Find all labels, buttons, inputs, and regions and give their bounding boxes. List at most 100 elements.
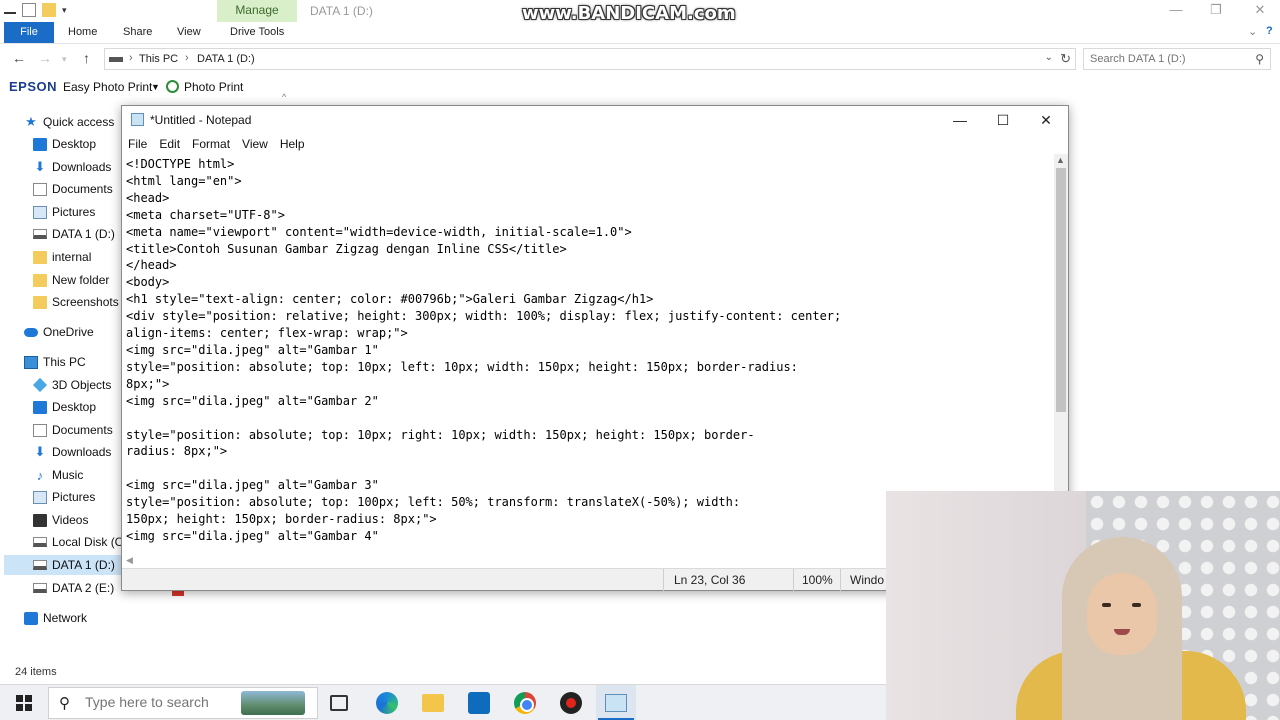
- address-row: ← → ▾ ↑ › This PC › DATA 1 (D:) ⌄ ↻ ⚲: [0, 46, 1280, 74]
- recent-chevron-icon[interactable]: ▾: [62, 54, 67, 65]
- tab-home[interactable]: Home: [68, 22, 97, 43]
- quick-access-toolbar: ▾: [4, 3, 67, 17]
- drive-icon: [33, 229, 47, 239]
- breadcrumb-this-pc[interactable]: This PC: [139, 53, 178, 65]
- star-icon: ★: [25, 114, 37, 129]
- nav-item[interactable]: Desktop: [33, 397, 96, 417]
- nav-item[interactable]: 3D Objects: [32, 375, 111, 395]
- address-dropdown-icon[interactable]: ⌄: [1045, 52, 1053, 63]
- nav-network[interactable]: Network: [24, 608, 87, 628]
- nav-item[interactable]: ⬇ Downloads: [33, 442, 112, 462]
- notepad-content[interactable]: <!DOCTYPE html> <html lang="en"> <head> …: [122, 154, 1054, 545]
- nav-item[interactable]: Desktop: [33, 134, 96, 154]
- nav-item[interactable]: DATA 2 (E:): [33, 578, 114, 598]
- breadcrumb-separator-icon[interactable]: ›: [129, 52, 133, 64]
- breadcrumb-current[interactable]: DATA 1 (D:): [197, 53, 255, 65]
- properties-icon[interactable]: [22, 3, 36, 17]
- nav-item[interactable]: internal: [33, 247, 91, 267]
- nav-item[interactable]: Local Disk (C:): [33, 532, 131, 552]
- nav-this-pc[interactable]: This PC: [24, 352, 86, 372]
- tab-file[interactable]: File: [4, 22, 54, 43]
- nav-quick-access[interactable]: ★ Quick access: [24, 112, 114, 132]
- menu-help[interactable]: Help: [280, 134, 305, 154]
- close-icon[interactable]: ✕: [1028, 109, 1064, 131]
- help-icon[interactable]: ?: [1266, 25, 1273, 37]
- cloud-icon: [24, 327, 38, 337]
- menu-file[interactable]: File: [128, 134, 147, 154]
- nav-item[interactable]: Documents: [33, 179, 113, 199]
- forward-arrow-icon[interactable]: →: [38, 50, 52, 66]
- photo-print-button[interactable]: Photo Print: [184, 80, 243, 94]
- tab-share[interactable]: Share: [123, 22, 152, 43]
- nav-item[interactable]: ⬇ Downloads: [33, 157, 112, 177]
- menu-edit[interactable]: Edit: [159, 134, 180, 154]
- search-highlight-image[interactable]: [241, 691, 305, 715]
- notepad-icon: [131, 113, 144, 126]
- scroll-left-icon[interactable]: ◀: [126, 555, 133, 566]
- status-divider: [793, 569, 794, 591]
- edge-browser-icon[interactable]: [376, 692, 398, 714]
- back-arrow-icon[interactable]: ←: [12, 50, 26, 66]
- ribbon-tabs: File Home Share View Drive Tools ⌄ ?: [0, 22, 1280, 44]
- file-explorer-icon[interactable]: [422, 694, 444, 712]
- item-count: 24 items: [15, 666, 57, 678]
- nav-onedrive[interactable]: OneDrive: [24, 322, 94, 342]
- download-arrow-icon: ⬇: [34, 444, 46, 459]
- drive-icon: [33, 560, 47, 570]
- search-icon: ⚲: [59, 695, 70, 712]
- scroll-up-icon[interactable]: ▲: [1056, 155, 1065, 165]
- chrome-browser-icon[interactable]: [514, 692, 536, 714]
- notepad-taskbar-icon[interactable]: [605, 694, 627, 712]
- app-icon[interactable]: [4, 6, 16, 14]
- explorer-search-box[interactable]: ⚲: [1083, 48, 1271, 70]
- restore-icon[interactable]: ❐: [1206, 2, 1226, 18]
- minimize-icon[interactable]: —: [942, 109, 978, 131]
- music-note-icon: ♪: [36, 467, 44, 483]
- notepad-menu-bar: File Edit Format View Help: [122, 134, 1068, 154]
- nav-item[interactable]: ♪ Music: [33, 465, 84, 485]
- nav-item[interactable]: Pictures: [33, 202, 95, 222]
- bandicam-watermark: www.BANDICAM.com: [522, 3, 736, 24]
- taskbar: ⚲: [0, 684, 886, 720]
- address-bar[interactable]: › This PC › DATA 1 (D:) ⌄ ↻: [104, 48, 1076, 70]
- task-view-icon[interactable]: [330, 695, 348, 711]
- search-icon[interactable]: ⚲: [1255, 52, 1264, 66]
- customize-toolbar-icon[interactable]: ▾: [62, 5, 67, 16]
- breadcrumb-separator-icon[interactable]: ›: [185, 52, 189, 64]
- nav-item[interactable]: DATA 1 (D:): [33, 224, 115, 244]
- taskbar-search-box[interactable]: ⚲: [48, 687, 318, 719]
- nav-item[interactable]: New folder: [33, 270, 109, 290]
- minimize-icon[interactable]: —: [1166, 2, 1186, 17]
- menu-format[interactable]: Format: [192, 134, 230, 154]
- nav-item[interactable]: Videos: [33, 510, 88, 530]
- nav-item[interactable]: Documents: [33, 420, 113, 440]
- new-folder-icon[interactable]: [42, 3, 56, 17]
- epson-logo: EPSON: [9, 79, 58, 94]
- photo-print-icon: [166, 80, 179, 93]
- up-arrow-icon[interactable]: ↑: [83, 50, 90, 66]
- tab-drive-tools[interactable]: Drive Tools: [230, 22, 284, 43]
- easy-photo-print-dropdown-icon[interactable]: ▼: [151, 82, 160, 92]
- tab-view[interactable]: View: [177, 22, 201, 43]
- expand-ribbon-icon[interactable]: ⌄: [1248, 25, 1257, 38]
- windows-start-icon[interactable]: [16, 695, 32, 711]
- refresh-icon[interactable]: ↻: [1060, 51, 1071, 67]
- pictures-icon: [33, 205, 47, 219]
- nav-item[interactable]: Screenshots: [33, 292, 119, 312]
- nav-item-selected[interactable]: DATA 1 (D:): [4, 555, 122, 575]
- scrollbar-thumb[interactable]: [1056, 168, 1066, 412]
- maximize-icon[interactable]: ☐: [985, 109, 1021, 131]
- easy-photo-print-button[interactable]: Easy Photo Print: [63, 80, 152, 94]
- outlook-icon[interactable]: [468, 692, 490, 714]
- line-ending: Windo: [850, 573, 885, 587]
- zoom-level: 100%: [802, 573, 833, 587]
- close-icon[interactable]: ✕: [1250, 2, 1270, 18]
- bandicam-record-icon[interactable]: [560, 692, 582, 714]
- documents-icon: [33, 423, 47, 437]
- nav-item[interactable]: Pictures: [33, 487, 95, 507]
- manage-tab[interactable]: Manage: [217, 0, 297, 22]
- menu-view[interactable]: View: [242, 134, 268, 154]
- explorer-search-input[interactable]: [1084, 49, 1244, 69]
- download-arrow-icon: ⬇: [34, 159, 46, 174]
- notepad-title-bar[interactable]: *Untitled - Notepad — ☐ ✕: [122, 106, 1068, 134]
